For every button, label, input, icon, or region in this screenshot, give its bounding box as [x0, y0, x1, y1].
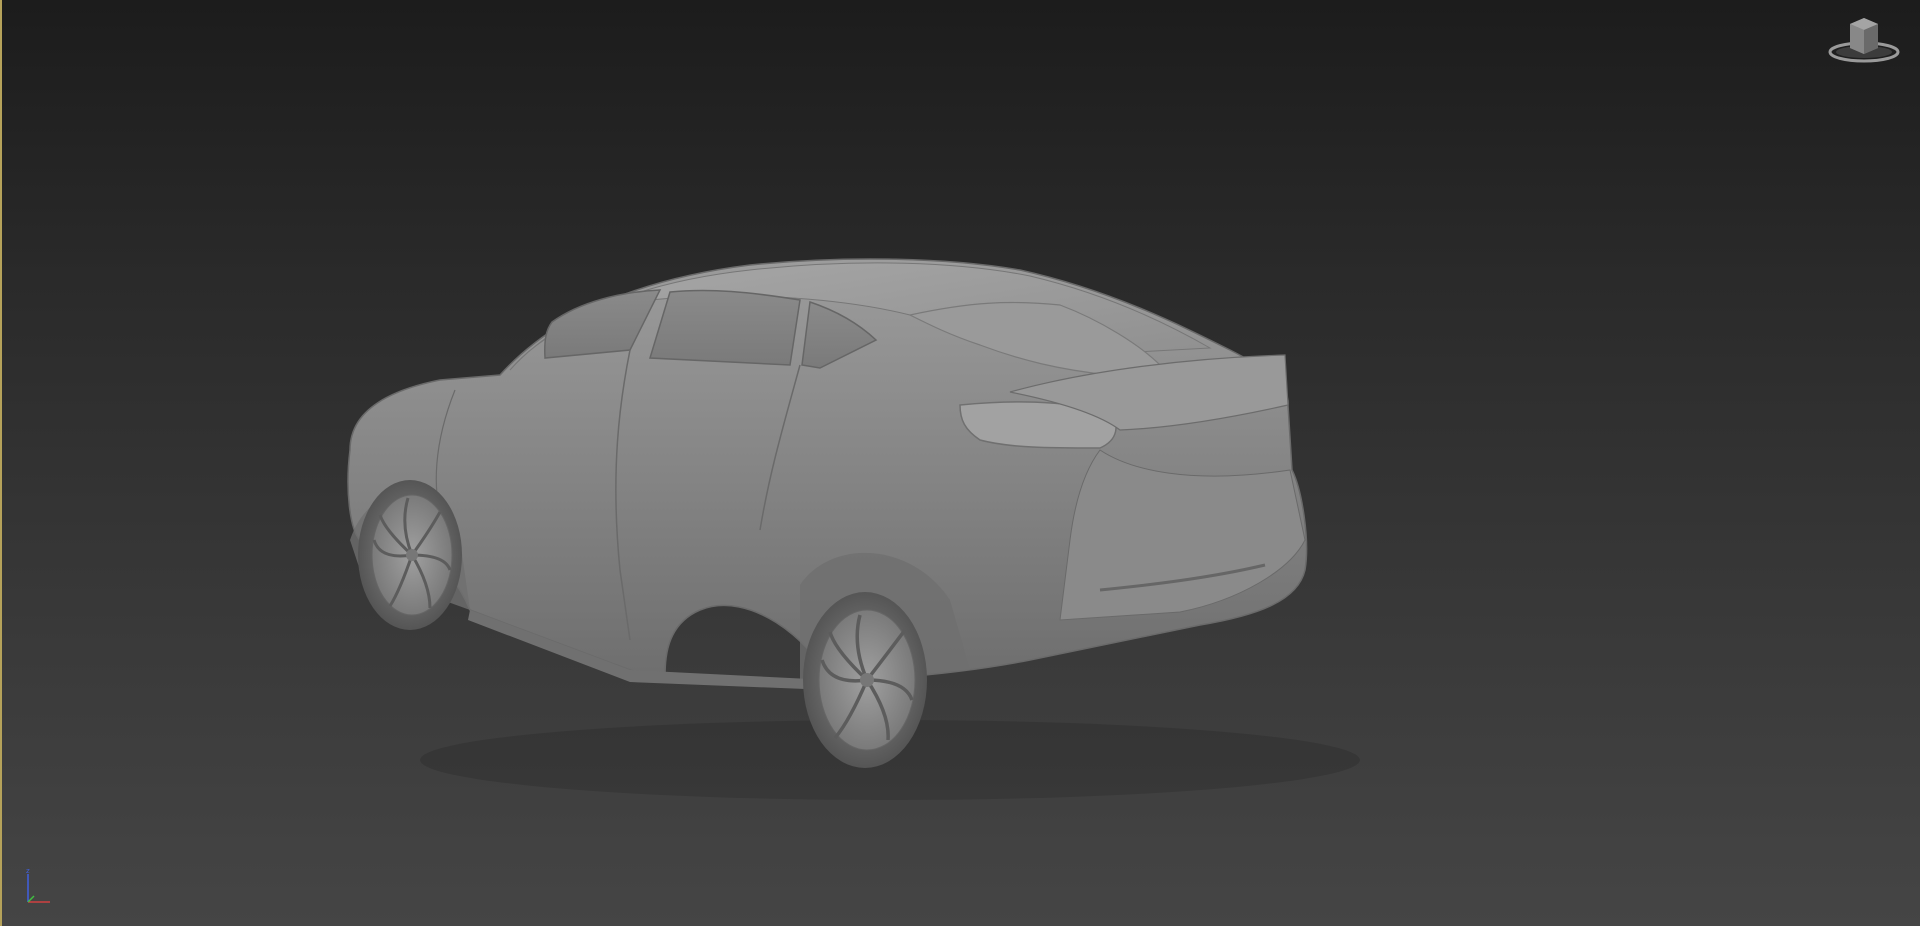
rear-wheel	[803, 592, 927, 768]
perspective-viewport[interactable]: z	[0, 0, 1920, 926]
car-model[interactable]	[330, 240, 1430, 820]
svg-text:z: z	[26, 867, 30, 875]
front-wheel	[358, 480, 462, 630]
active-viewport-border	[0, 0, 2, 926]
viewcube-icon[interactable]	[1826, 14, 1902, 66]
axis-tripod-icon: z	[20, 866, 60, 910]
